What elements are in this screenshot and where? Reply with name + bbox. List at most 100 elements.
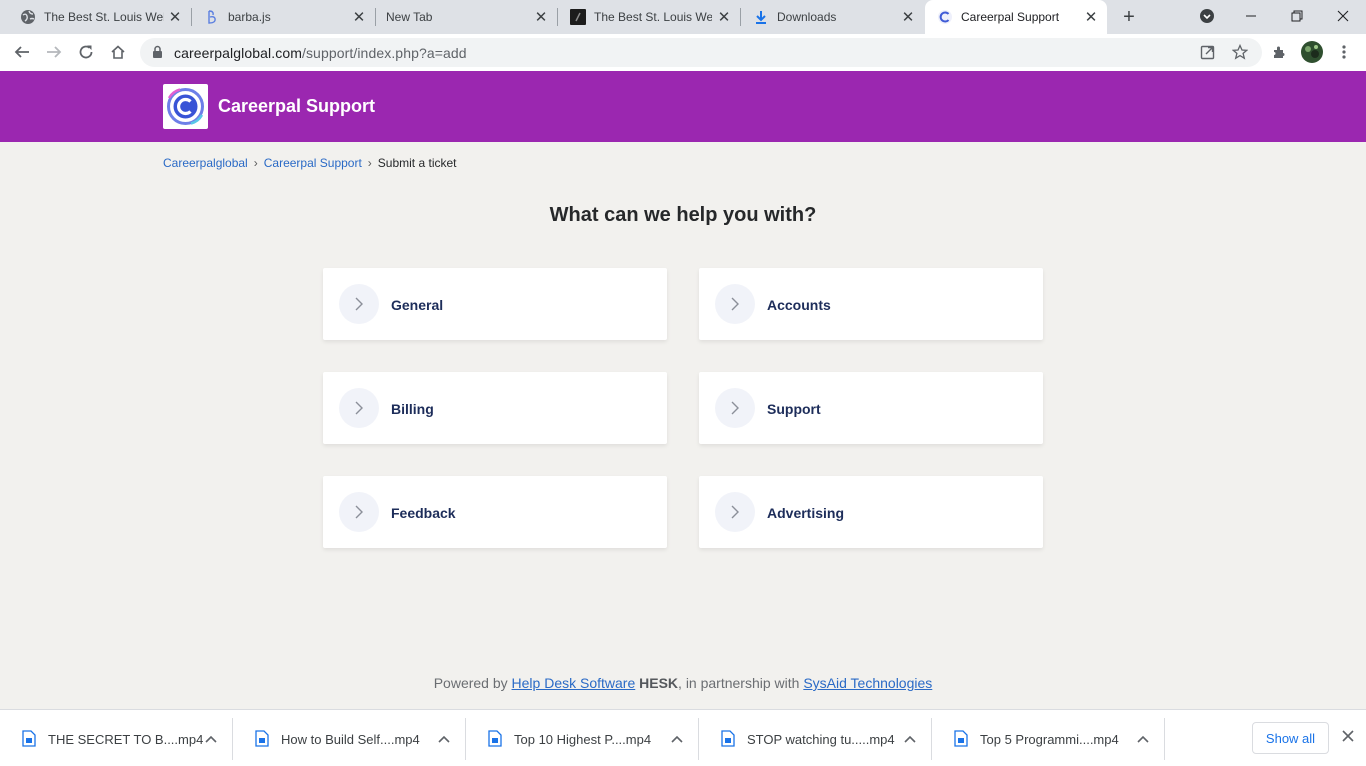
chevron-right-icon	[715, 492, 755, 532]
breadcrumb-link-support[interactable]: Careerpal Support	[264, 156, 362, 170]
restore-icon[interactable]	[1274, 0, 1320, 32]
download-filename: THE SECRET TO B....mp4	[48, 732, 204, 747]
chevron-up-icon[interactable]	[1134, 730, 1152, 748]
chevron-up-icon[interactable]	[435, 730, 453, 748]
address-bar[interactable]: careerpalglobal.com/support/index.php?a=…	[140, 38, 1262, 67]
forward-icon[interactable]	[42, 40, 66, 64]
chevron-right-icon	[715, 284, 755, 324]
close-icon[interactable]: ✕	[532, 8, 550, 26]
download-icon	[753, 9, 769, 25]
category-label: Support	[767, 401, 821, 417]
tab-best-st-louis-2[interactable]: The Best St. Louis Web ✕	[558, 0, 741, 34]
tab-title: Careerpal Support	[961, 10, 1060, 24]
tab-search-icon[interactable]	[1184, 0, 1230, 32]
breadcrumb: Careerpalglobal › Careerpal Support › Su…	[163, 156, 457, 170]
category-label: Billing	[391, 401, 434, 417]
page-title: What can we help you with?	[549, 204, 817, 226]
tab-downloads[interactable]: Downloads ✕	[741, 0, 923, 34]
category-card-general[interactable]: General	[323, 268, 667, 340]
breadcrumb-current: Submit a ticket	[377, 156, 457, 170]
category-card-support[interactable]: Support	[699, 372, 1043, 444]
tab-best-st-louis-1[interactable]: The Best St. Louis Web ✕	[8, 0, 192, 34]
category-card-accounts[interactable]: Accounts	[699, 268, 1043, 340]
url-host: careerpalglobal.com	[174, 45, 302, 61]
new-tab-icon[interactable]: +	[1117, 5, 1141, 29]
chevron-right-icon	[339, 388, 379, 428]
tab-title: The Best St. Louis Web	[594, 10, 712, 24]
url-text: careerpalglobal.com/support/index.php?a=…	[174, 45, 467, 61]
category-card-feedback[interactable]: Feedback	[323, 476, 667, 548]
home-icon[interactable]	[106, 40, 130, 64]
file-icon	[721, 730, 735, 747]
chevron-right-icon: ›	[253, 156, 258, 170]
footer-link-sysaid[interactable]: SysAid Technologies	[803, 675, 932, 691]
footer-link-help-desk[interactable]: Help Desk Software	[512, 675, 636, 691]
tab-title: The Best St. Louis Web	[44, 10, 164, 24]
file-icon	[255, 730, 269, 747]
site-brand-title[interactable]: Careerpal Support	[218, 96, 375, 117]
chevron-right-icon	[339, 492, 379, 532]
category-card-advertising[interactable]: Advertising	[699, 476, 1043, 548]
category-label: Advertising	[767, 505, 845, 521]
chevron-up-icon[interactable]	[668, 730, 686, 748]
download-filename: Top 5 Programmi....mp4	[980, 732, 1119, 747]
browser-tab-strip: The Best St. Louis Web ✕ barba.js ✕ New …	[0, 0, 1366, 34]
chevron-up-icon[interactable]	[901, 730, 919, 748]
file-icon	[488, 730, 502, 747]
careerpal-logo[interactable]	[163, 84, 208, 129]
category-label: Feedback	[391, 505, 456, 521]
category-label: General	[391, 297, 444, 313]
download-item[interactable]: Top 10 Highest P....mp4	[466, 718, 699, 760]
careerpal-favicon	[937, 9, 953, 25]
footer-prefix: Powered by	[433, 675, 508, 691]
download-filename: STOP watching tu.....mp4	[747, 732, 895, 747]
chevron-right-icon	[715, 388, 755, 428]
download-item[interactable]: STOP watching tu.....mp4	[699, 718, 932, 760]
footer-middle: , in partnership with	[678, 675, 800, 691]
globe-icon	[20, 9, 36, 25]
close-icon[interactable]: ✕	[350, 8, 368, 26]
reload-icon[interactable]	[74, 40, 98, 64]
url-path: /support/index.php?a=add	[301, 45, 467, 61]
close-icon[interactable]	[1338, 726, 1358, 746]
close-icon[interactable]: ✕	[715, 8, 733, 26]
chevron-up-icon[interactable]	[202, 730, 220, 748]
divider	[1164, 718, 1165, 760]
close-icon[interactable]: ✕	[899, 8, 917, 26]
back-icon[interactable]	[10, 40, 34, 64]
bookmark-star-icon[interactable]	[1231, 43, 1249, 65]
profile-avatar[interactable]	[1300, 40, 1324, 64]
window-close-icon[interactable]	[1320, 0, 1366, 32]
extensions-icon[interactable]	[1267, 40, 1291, 64]
close-icon[interactable]: ✕	[166, 8, 184, 26]
download-filename: How to Build Self....mp4	[281, 732, 420, 747]
tab-barba[interactable]: barba.js ✕	[192, 0, 376, 34]
tab-new-tab[interactable]: New Tab ✕	[376, 0, 558, 34]
download-filename: Top 10 Highest P....mp4	[514, 732, 652, 747]
chevron-right-icon: ›	[367, 156, 372, 170]
category-card-billing[interactable]: Billing	[323, 372, 667, 444]
breadcrumb-link-careerpalglobal[interactable]: Careerpalglobal	[163, 156, 248, 170]
close-icon[interactable]: ✕	[1082, 8, 1100, 26]
page-footer: Powered by Help Desk Software HESK, in p…	[0, 675, 1366, 691]
kebab-menu-icon[interactable]	[1332, 40, 1356, 64]
tab-careerpal-support[interactable]: Careerpal Support ✕	[925, 0, 1107, 34]
tab-title: barba.js	[228, 10, 271, 24]
download-item[interactable]: Top 5 Programmi....mp4	[932, 718, 1165, 760]
download-bar: THE SECRET TO B....mp4 How to Build Self…	[0, 709, 1366, 766]
download-item[interactable]: How to Build Self....mp4	[233, 718, 466, 760]
browser-toolbar: careerpalglobal.com/support/index.php?a=…	[0, 34, 1366, 71]
site-favicon-dark	[570, 9, 586, 25]
file-icon	[954, 730, 968, 747]
download-item[interactable]: THE SECRET TO B....mp4	[0, 718, 233, 760]
minimize-icon[interactable]	[1228, 0, 1274, 32]
lock-icon[interactable]	[152, 45, 163, 64]
chevron-right-icon	[339, 284, 379, 324]
category-label: Accounts	[767, 297, 831, 313]
footer-brand: HESK	[639, 675, 679, 691]
show-all-button[interactable]: Show all	[1252, 722, 1329, 754]
file-icon	[22, 730, 36, 747]
open-in-app-icon[interactable]	[1200, 45, 1215, 65]
site-header: Careerpal Support	[0, 71, 1366, 142]
tab-title: Downloads	[777, 10, 837, 24]
